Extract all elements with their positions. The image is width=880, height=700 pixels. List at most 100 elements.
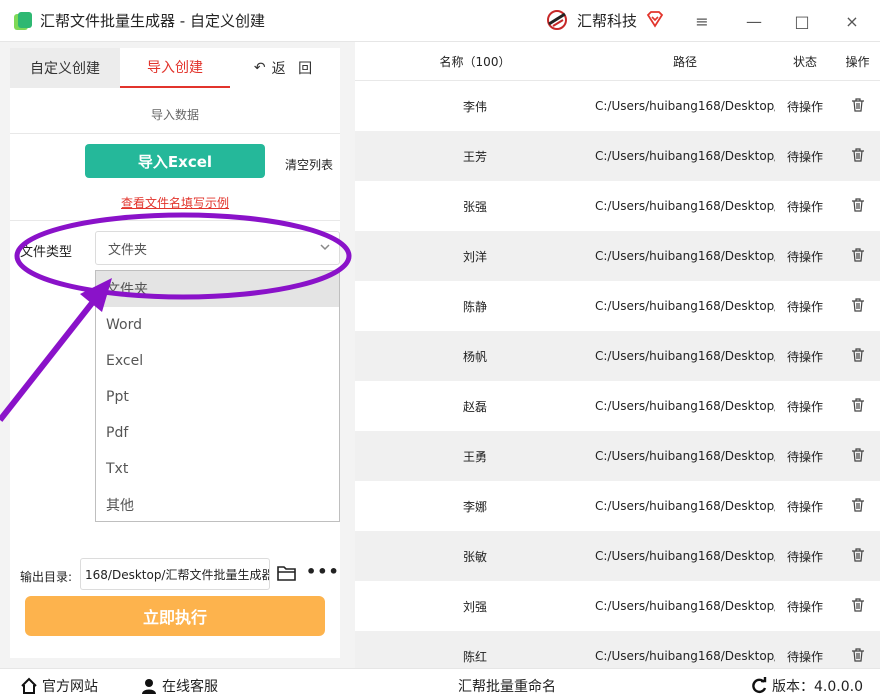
- file-type-dropdown: 文件夹 Word Excel Ppt Pdf Txt 其他: [95, 270, 340, 522]
- row-status: 待操作: [786, 549, 823, 564]
- row-status: 待操作: [786, 499, 823, 514]
- back-arrow-icon: ↶: [253, 60, 266, 76]
- output-dir-input[interactable]: 168/Desktop/汇帮文件批量生成器: [80, 558, 270, 590]
- folder-icon[interactable]: [277, 564, 297, 582]
- table-row[interactable]: 王芳 C:/Users/huibang168/Desktop/待操作: [355, 131, 880, 181]
- row-name: 杨帆: [462, 349, 487, 364]
- import-excel-button[interactable]: 导入Excel: [85, 144, 265, 178]
- brand-name: 汇帮科技: [577, 11, 638, 30]
- delete-row-button[interactable]: [835, 497, 880, 515]
- delete-row-button[interactable]: [835, 397, 880, 415]
- delete-row-button[interactable]: [835, 97, 880, 115]
- support-link[interactable]: 在线客服: [140, 676, 218, 696]
- file-type-label: 文件类型: [20, 245, 73, 260]
- table-row[interactable]: 赵磊 C:/Users/huibang168/Desktop/待操作: [355, 381, 880, 431]
- chevron-down-icon: [320, 244, 330, 251]
- row-name: 李伟: [462, 99, 487, 114]
- table-body: 李伟 C:/Users/huibang168/Desktop/待操作 王芳 C:/Us…: [355, 81, 880, 668]
- example-link[interactable]: 查看文件名填写示例: [10, 194, 340, 211]
- row-path: C:/Users/huibang168/Desktop/: [595, 499, 775, 513]
- left-panel: 自定义创建 导入创建 ↶ 返 回 导入数据 导入Excel 清空列表 查看文件名…: [0, 42, 352, 668]
- row-status: 待操作: [786, 249, 823, 264]
- table-row[interactable]: 王勇 C:/Users/huibang168/Desktop/待操作: [355, 431, 880, 481]
- row-name: 陈红: [462, 649, 487, 664]
- table-row[interactable]: 李娜 C:/Users/huibang168/Desktop/待操作: [355, 481, 880, 531]
- row-path: C:/Users/huibang168/Desktop/: [595, 199, 775, 213]
- row-status: 待操作: [786, 99, 823, 114]
- delete-row-button[interactable]: [835, 247, 880, 265]
- row-name: 王芳: [462, 149, 487, 164]
- window-title: 汇帮文件批量生成器 - 自定义创建: [40, 12, 265, 30]
- tab-bar: 自定义创建 导入创建 ↶ 返 回: [10, 48, 340, 88]
- clear-list-button[interactable]: 清空列表: [285, 156, 333, 173]
- row-status: 待操作: [786, 149, 823, 164]
- version-label: 版本：4.0.0.0: [772, 679, 863, 695]
- header-name: 名称（100）: [439, 54, 511, 69]
- more-icon[interactable]: •••: [306, 562, 340, 581]
- menu-icon[interactable]: ≡: [689, 8, 715, 34]
- dropdown-option[interactable]: Txt: [96, 451, 339, 487]
- row-path: C:/Users/huibang168/Desktop/: [595, 399, 775, 413]
- table-row[interactable]: 陈红 C:/Users/huibang168/Desktop/待操作: [355, 631, 880, 668]
- table-row[interactable]: 刘洋 C:/Users/huibang168/Desktop/待操作: [355, 231, 880, 281]
- delete-row-button[interactable]: [835, 147, 880, 165]
- row-path: C:/Users/huibang168/Desktop/: [595, 99, 775, 113]
- title-bar: 汇帮文件批量生成器 - 自定义创建 汇帮科技 ≡ — □ ×: [0, 0, 880, 42]
- trash-icon: [851, 597, 864, 612]
- row-name: 张强: [462, 199, 487, 214]
- row-path: C:/Users/huibang168/Desktop/: [595, 549, 775, 563]
- run-button[interactable]: 立即执行: [25, 596, 325, 636]
- back-label: 返 回: [271, 61, 317, 77]
- trash-icon: [851, 447, 864, 462]
- delete-row-button[interactable]: [835, 297, 880, 315]
- footer: 官方网站 在线客服 汇帮批量重命名 版本：4.0.0.0: [0, 668, 880, 700]
- home-icon: [21, 677, 37, 694]
- delete-row-button[interactable]: [835, 447, 880, 465]
- row-name: 刘强: [462, 599, 487, 614]
- support-icon: [142, 679, 156, 694]
- dropdown-option[interactable]: 其他: [96, 487, 339, 523]
- back-button[interactable]: ↶ 返 回: [230, 48, 340, 88]
- dropdown-option[interactable]: Excel: [96, 343, 339, 379]
- delete-row-button[interactable]: [835, 547, 880, 565]
- dropdown-option[interactable]: 文件夹: [96, 271, 339, 307]
- row-path: C:/Users/huibang168/Desktop/: [595, 149, 775, 163]
- minimize-button[interactable]: —: [741, 8, 767, 34]
- trash-icon: [851, 97, 864, 112]
- website-label: 官方网站: [42, 679, 98, 695]
- row-name: 王勇: [462, 449, 487, 464]
- row-status: 待操作: [786, 299, 823, 314]
- trash-icon: [851, 647, 864, 662]
- dropdown-option[interactable]: Word: [96, 307, 339, 343]
- close-button[interactable]: ×: [839, 8, 865, 34]
- delete-row-button[interactable]: [835, 197, 880, 215]
- maximize-button[interactable]: □: [789, 8, 815, 34]
- file-type-select[interactable]: 文件夹: [95, 231, 340, 265]
- refresh-icon: [752, 677, 767, 694]
- row-name: 张敏: [462, 549, 487, 564]
- vip-diamond-icon[interactable]: [646, 10, 664, 28]
- tab-custom-create[interactable]: 自定义创建: [10, 48, 120, 88]
- delete-row-button[interactable]: [835, 597, 880, 615]
- trash-icon: [851, 547, 864, 562]
- row-path: C:/Users/huibang168/Desktop/: [595, 249, 775, 263]
- trash-icon: [851, 147, 864, 162]
- row-status: 待操作: [786, 599, 823, 614]
- dropdown-option[interactable]: Ppt: [96, 379, 339, 415]
- row-status: 待操作: [786, 199, 823, 214]
- tab-import-create[interactable]: 导入创建: [120, 48, 230, 88]
- dropdown-option[interactable]: Pdf: [96, 415, 339, 451]
- table-row[interactable]: 陈静 C:/Users/huibang168/Desktop/待操作: [355, 281, 880, 331]
- row-status: 待操作: [786, 399, 823, 414]
- row-name: 陈静: [462, 299, 487, 314]
- table-row[interactable]: 张敏 C:/Users/huibang168/Desktop/待操作: [355, 531, 880, 581]
- row-path: C:/Users/huibang168/Desktop/: [595, 599, 775, 613]
- website-link[interactable]: 官方网站: [20, 676, 98, 696]
- table-row[interactable]: 张强 C:/Users/huibang168/Desktop/待操作: [355, 181, 880, 231]
- brand: 汇帮科技: [545, 8, 637, 32]
- delete-row-button[interactable]: [835, 647, 880, 665]
- table-row[interactable]: 杨帆 C:/Users/huibang168/Desktop/待操作: [355, 331, 880, 381]
- table-row[interactable]: 刘强 C:/Users/huibang168/Desktop/待操作: [355, 581, 880, 631]
- delete-row-button[interactable]: [835, 347, 880, 365]
- table-row[interactable]: 李伟 C:/Users/huibang168/Desktop/待操作: [355, 81, 880, 131]
